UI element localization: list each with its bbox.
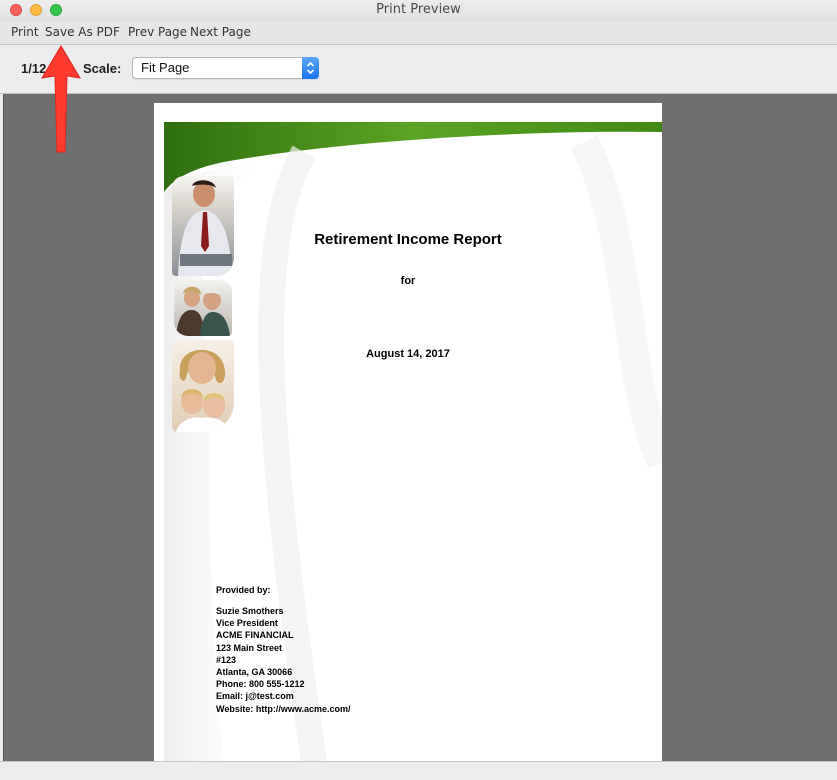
preview-area[interactable]: Retirement Income Report for August 14, … <box>3 94 837 761</box>
save-as-pdf-menu-item[interactable]: Save As PDF <box>45 25 120 39</box>
prev-page-menu-item[interactable]: Prev Page <box>128 25 187 39</box>
red-arrow-up-icon <box>41 45 81 153</box>
provided-by-label: Provided by: <box>216 585 271 595</box>
contact-company: ACME FINANCIAL <box>216 630 294 641</box>
report-date: August 14, 2017 <box>366 348 450 360</box>
window-title: Print Preview <box>376 2 461 17</box>
contact-phone: Phone: 800 555-1212 <box>216 679 305 690</box>
next-page-menu-item[interactable]: Next Page <box>190 25 251 39</box>
scale-select[interactable]: Fit Page <box>132 57 319 79</box>
report-title: Retirement Income Report <box>314 231 502 248</box>
senior-couple-photo <box>174 280 232 336</box>
print-preview-window: Print Preview Print Save As PDF Prev Pag… <box>0 0 837 780</box>
contact-suite: #123 <box>216 654 237 665</box>
contact-email: Email: j@test.com <box>216 691 294 702</box>
contact-name: Suzie Smothers <box>216 606 284 616</box>
scale-select-value: Fit Page <box>141 60 190 75</box>
contact-website: Website: http://www.acme.com/ <box>216 703 351 714</box>
toolbar: 1/12 Scale: Fit Page <box>0 45 837 94</box>
minimize-window-button[interactable] <box>30 4 42 16</box>
scale-label: Scale: <box>83 61 122 76</box>
document-page: Retirement Income Report for August 14, … <box>154 103 662 761</box>
print-menu-item[interactable]: Print <box>11 25 39 39</box>
status-bar <box>0 761 837 780</box>
title-bar: Print Preview <box>0 0 837 22</box>
businessman-photo <box>172 176 234 276</box>
contact-position: Vice President <box>216 618 278 629</box>
close-window-button[interactable] <box>10 4 22 16</box>
contact-block: Suzie Smothers Vice President ACME FINAN… <box>216 605 351 715</box>
maximize-window-button[interactable] <box>50 4 62 16</box>
menu-bar: Print Save As PDF Prev Page Next Page <box>0 22 837 45</box>
chevron-up-down-icon[interactable] <box>302 57 319 79</box>
report-for-label: for <box>400 275 416 287</box>
contact-street: 123 Main Street <box>216 642 283 653</box>
contact-city: Atlanta, GA 30066 <box>216 667 293 678</box>
